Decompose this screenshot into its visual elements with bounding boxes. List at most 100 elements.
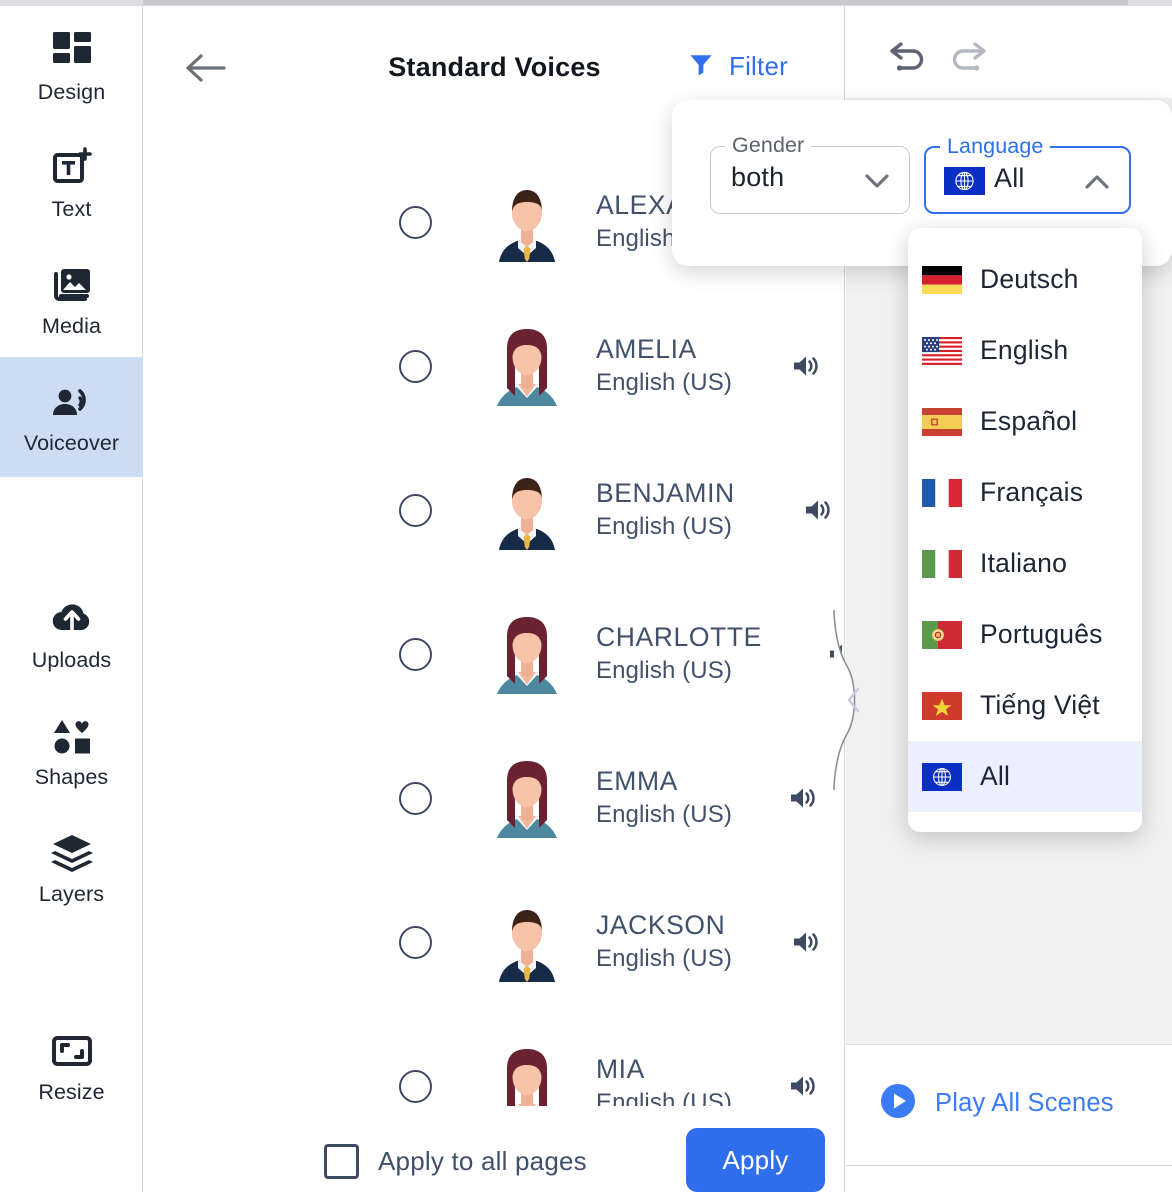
language-menu-item-label: Español: [980, 406, 1078, 436]
preview-speaker-icon[interactable]: [789, 1072, 819, 1100]
text-add-icon: [49, 145, 95, 191]
sidebar-item-label: Shapes: [34, 764, 109, 789]
chevron-left-icon[interactable]: [845, 686, 863, 714]
voice-name: BENJAMIN: [596, 477, 735, 508]
voice-radio[interactable]: [399, 205, 432, 239]
language-menu-item-label: English: [980, 335, 1069, 365]
voice-radio[interactable]: [399, 781, 432, 815]
voice-name: JACKSON: [596, 909, 726, 940]
sidebar-item-shapes[interactable]: Shapes: [0, 691, 143, 811]
sidebar-item-media[interactable]: Media: [0, 240, 143, 360]
flag-es: [922, 407, 962, 436]
voice-row[interactable]: JACKSON English (US): [144, 870, 834, 1014]
language-menu-item[interactable]: Português: [908, 599, 1142, 670]
language-menu-item[interactable]: Tiếng Việt: [908, 670, 1142, 741]
sidebar-item-label: Uploads: [31, 647, 112, 672]
language-menu-item-label: Français: [980, 477, 1084, 507]
cloud-upload-icon: [49, 596, 95, 642]
grid-icon: [49, 28, 95, 74]
play-circle-icon: [880, 1083, 916, 1124]
language-menu-item[interactable]: Français: [908, 457, 1142, 528]
voice-language: English (US): [596, 512, 732, 540]
sidebar-item-label: Layers: [38, 881, 105, 906]
flag-vn: [922, 691, 962, 720]
voice-language: English (US): [596, 944, 732, 972]
voice-radio[interactable]: [399, 637, 432, 671]
undo-icon[interactable]: [887, 36, 931, 72]
language-menu-item[interactable]: Italiano: [908, 528, 1142, 599]
voice-info: BENJAMIN English (US): [596, 477, 735, 544]
app-root: Design Text Media Voiceover Uploads Shap…: [0, 0, 1172, 1192]
voice-name: CHARLOTTE: [596, 621, 762, 652]
preview-speaker-icon[interactable]: [792, 352, 822, 380]
voice-info: EMMA English (US): [596, 765, 732, 832]
globe-flag-icon: [922, 762, 962, 791]
sidebar-item-layers[interactable]: Layers: [0, 808, 143, 928]
language-menu-item-label: All: [980, 761, 1011, 791]
preview-speaker-icon[interactable]: [792, 928, 822, 956]
apply-to-all-pages-checkbox[interactable]: [324, 1144, 359, 1179]
left-sidebar: Design Text Media Voiceover Uploads Shap…: [0, 6, 143, 1192]
voice-radio[interactable]: [399, 349, 432, 383]
avatar: [489, 470, 565, 550]
avatar: [489, 182, 565, 262]
language-menu-item-label: Tiếng Việt: [980, 690, 1100, 720]
flag-it: [922, 549, 962, 578]
redo-icon[interactable]: [945, 36, 989, 72]
voice-name: EMMA: [596, 765, 678, 796]
chevron-up-icon[interactable]: [1083, 173, 1111, 191]
language-menu-item-label: Italiano: [980, 548, 1068, 578]
preview-speaker-icon[interactable]: [804, 496, 834, 524]
sidebar-item-design[interactable]: Design: [0, 6, 143, 126]
sidebar-item-label: Voiceover: [23, 430, 120, 455]
preview-speaker-icon[interactable]: [789, 784, 819, 812]
voice-info: JACKSON English (US): [596, 909, 732, 976]
layers-icon: [49, 830, 95, 876]
gender-value: both: [731, 162, 785, 192]
sidebar-item-label: Resize: [38, 1079, 105, 1104]
play-all-scenes-button[interactable]: Play All Scenes: [880, 1083, 1114, 1124]
shapes-icon: [49, 713, 95, 759]
apply-button[interactable]: Apply: [686, 1128, 825, 1192]
voice-radio[interactable]: [399, 1069, 432, 1103]
play-all-scenes-label: Play All Scenes: [935, 1089, 1114, 1117]
flag-de: [922, 265, 962, 294]
language-value: All: [994, 163, 1025, 193]
voice-row[interactable]: AMELIA English (US): [144, 294, 834, 438]
avatar: [489, 326, 565, 406]
right-panel-toolbar: [846, 6, 1172, 98]
gender-select[interactable]: Gender both: [710, 133, 910, 214]
sidebar-item-label: Text: [51, 196, 92, 221]
voice-name: MIA: [596, 1053, 645, 1084]
voice-row[interactable]: BENJAMIN English (US): [144, 438, 834, 582]
sidebar-item-voiceover[interactable]: Voiceover: [0, 357, 143, 477]
funnel-icon: [687, 50, 715, 83]
media-icon: [49, 262, 95, 308]
language-dropdown-menu[interactable]: Deutsch English Español Français Italian…: [908, 228, 1142, 832]
sidebar-item-text[interactable]: Text: [0, 123, 143, 243]
language-select[interactable]: Language All: [924, 134, 1131, 214]
language-menu-item[interactable]: Deutsch: [908, 244, 1142, 315]
voice-language: English (US): [596, 368, 732, 396]
voice-radio[interactable]: [399, 493, 432, 527]
sidebar-item-resize[interactable]: Resize: [0, 1006, 143, 1126]
language-menu-item[interactable]: English: [908, 315, 1142, 386]
filter-label: Filter: [729, 51, 788, 81]
voice-radio[interactable]: [399, 925, 432, 959]
avatar: [489, 758, 565, 838]
language-menu-item[interactable]: Español: [908, 386, 1142, 457]
chevron-down-icon[interactable]: [863, 172, 891, 190]
voice-language: English (US): [596, 656, 732, 684]
filter-button[interactable]: Filter: [687, 50, 788, 83]
flag-us: [922, 336, 962, 365]
voiceover-icon: [49, 379, 95, 425]
voice-info: CHARLOTTE English (US): [596, 621, 762, 688]
language-legend: Language: [940, 134, 1051, 159]
language-menu-item-label: Português: [980, 619, 1103, 649]
sidebar-item-uploads[interactable]: Uploads: [0, 574, 143, 694]
language-menu-item[interactable]: All: [908, 741, 1142, 812]
flag-fr: [922, 478, 962, 507]
voice-row[interactable]: CHARLOTTE English (US): [144, 582, 842, 726]
gender-legend: Gender: [725, 133, 812, 158]
voice-row[interactable]: EMMA English (US): [144, 726, 834, 870]
